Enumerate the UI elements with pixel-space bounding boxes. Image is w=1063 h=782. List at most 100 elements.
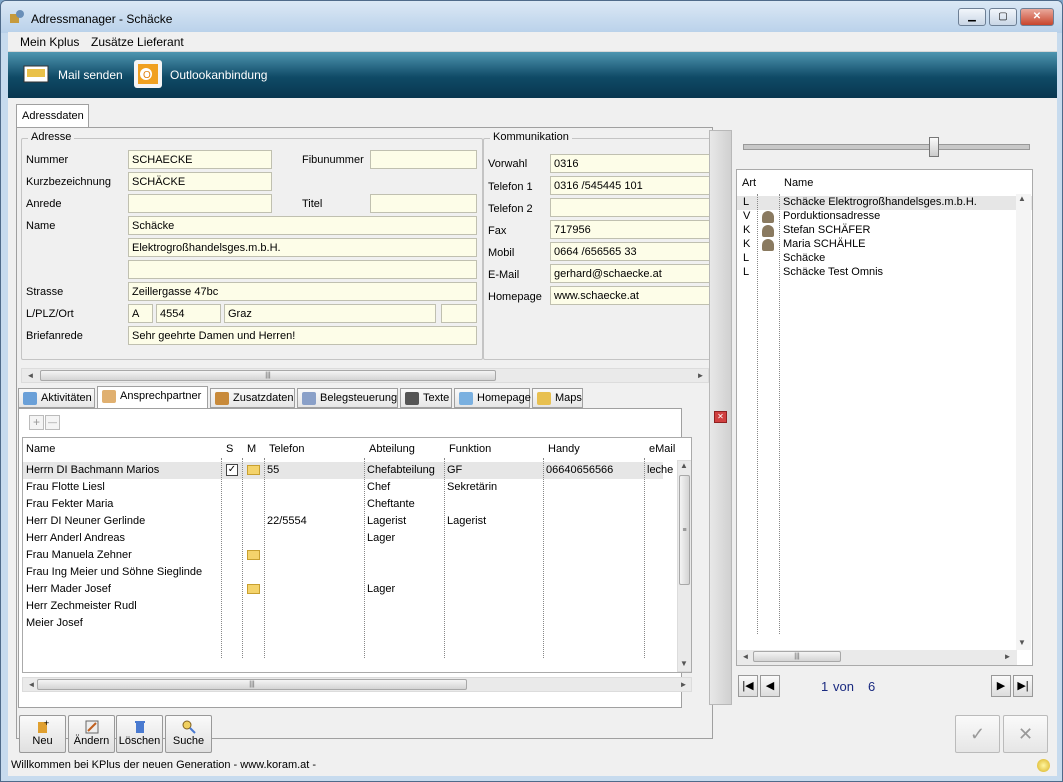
contact-cell-tel[interactable] [264,496,363,513]
contact-cell-fkt[interactable] [444,598,542,615]
contact-cell-fkt[interactable]: Sekretärin [444,479,542,496]
first-record-button[interactable]: |◀ [738,675,758,697]
scroll-up-icon[interactable]: ▲ [1018,194,1026,203]
address-name[interactable]: Porduktionsadresse [783,210,880,224]
contact-cell-tel[interactable] [264,615,363,632]
contact-cell-name[interactable]: Frau Ing Meier und Söhne Sieglinde [23,564,220,581]
contact-cell-tel[interactable] [264,530,363,547]
maximize-button[interactable]: ▢ [989,8,1017,26]
contact-cell-fkt[interactable] [444,547,542,564]
col-name-header[interactable]: Name [23,438,55,458]
contact-cell-email[interactable] [644,496,678,513]
subtab-zusatzdaten[interactable]: Zusatzdaten [210,388,295,408]
homepage-field[interactable]: www.schaecke.at [550,286,712,305]
col-abteilung-header[interactable]: Abteilung [366,438,415,458]
envelope-icon[interactable] [247,584,260,594]
contact-cell-abt[interactable] [364,598,443,615]
zoom-slider-track[interactable] [743,144,1030,150]
form-hscroll-thumb[interactable]: ||| [40,370,496,381]
strasse-field[interactable]: Zeillergasse 47bc [128,282,477,301]
land-field[interactable]: A [128,304,153,323]
address-name[interactable]: Maria SCHÄHLE [783,238,866,252]
search-button[interactable]: Suche [165,715,212,753]
contact-cell-name[interactable]: Meier Josef [23,615,220,632]
contact-cell-tel[interactable]: 22/5554 [264,513,363,530]
menu-zusaetze-lieferant[interactable]: Zusätze Lieferant [91,35,184,49]
contact-cell-email[interactable] [644,547,678,564]
scroll-right-icon[interactable]: ► [677,679,690,691]
contact-cell-name[interactable]: Herr Mader Josef [23,581,220,598]
contact-cell-name[interactable]: Herrn DI Bachmann Marios [23,462,220,479]
address-name[interactable]: Schäcke Test Omnis [783,266,883,280]
mobil-field[interactable]: 0664 /656565 33 [550,242,712,261]
col-m-header[interactable]: M [244,438,256,458]
contact-cell-email[interactable]: leche [644,462,678,479]
contact-cell-handy[interactable] [543,496,643,513]
address-hscroll-thumb[interactable]: ||| [753,651,841,662]
contact-cell-handy[interactable] [543,598,643,615]
contact-cell-abt[interactable]: Lager [364,581,443,598]
address-name[interactable]: Schäcke Elektrogroßhandelsges.m.b.H. [783,196,977,210]
name2-field[interactable]: Elektrogroßhandelsges.m.b.H. [128,238,477,257]
menu-mein-kplus[interactable]: Mein Kplus [20,35,79,49]
address-name[interactable]: Schäcke [783,252,825,266]
col-name-header[interactable]: Name [781,172,813,192]
subtab-aktivitaeten[interactable]: Aktivitäten [18,388,95,408]
address-art[interactable]: L [743,196,749,210]
address-art[interactable]: L [743,266,749,280]
anrede-field[interactable] [128,194,272,213]
add-contact-button[interactable]: + [29,415,44,430]
splitter[interactable]: ✕ [709,130,732,705]
contact-cell-tel[interactable] [264,581,363,598]
prev-record-button[interactable]: ◀ [760,675,780,697]
kurzbezeichnung-field[interactable]: SCHÄCKE [128,172,272,191]
name1-field[interactable]: Schäcke [128,216,477,235]
subtab-homepage[interactable]: Homepage [454,388,531,408]
delete-button[interactable]: Löschen [116,715,163,753]
address-name[interactable]: Stefan SCHÄFER [783,224,870,238]
contact-cell-name[interactable]: Frau Manuela Zehner [23,547,220,564]
contact-cell-email[interactable] [644,530,678,547]
contacts-vscroll[interactable]: ▲ ≡ ▼ [677,460,691,672]
contact-cell-name[interactable]: Herr Zechmeister Rudl [23,598,220,615]
ort-field[interactable]: Graz [224,304,436,323]
contact-cell-fkt[interactable]: Lagerist [444,513,542,530]
col-email-header[interactable]: eMail [646,438,675,458]
contact-cell-fkt[interactable] [444,530,542,547]
contact-cell-name[interactable]: Frau Fekter Maria [23,496,220,513]
address-art[interactable]: K [743,238,750,252]
contact-cell-handy[interactable] [543,479,643,496]
vorwahl-field[interactable]: 0316 [550,154,712,173]
contact-cell-email[interactable] [644,479,678,496]
contact-cell-tel[interactable] [264,564,363,581]
envelope-icon[interactable] [247,465,260,475]
contact-cell-abt[interactable] [364,547,443,564]
contact-cell-email[interactable] [644,615,678,632]
outlook-button[interactable]: O Outlookanbindung [134,60,284,90]
form-hscroll[interactable]: ◄ ||| ► [21,368,709,383]
contact-cell-tel[interactable] [264,598,363,615]
mail-send-button[interactable]: Mail senden [22,60,132,90]
envelope-icon[interactable] [247,550,260,560]
contact-cell-abt[interactable]: Lagerist [364,513,443,530]
remove-contact-button[interactable]: — [45,415,60,430]
email-field[interactable]: gerhard@schaecke.at [550,264,712,283]
contact-cell-handy[interactable] [543,530,643,547]
col-art-header[interactable]: Art [739,172,756,192]
name3-field[interactable] [128,260,477,279]
fax-field[interactable]: 717956 [550,220,712,239]
contacts-hscroll-thumb[interactable]: ||| [37,679,467,690]
titel-field[interactable] [370,194,477,213]
col-telefon-header[interactable]: Telefon [266,438,304,458]
close-button[interactable]: ✕ [1020,8,1054,26]
contact-cell-handy[interactable] [543,581,643,598]
contact-cell-abt[interactable]: Chefabteilung [364,462,443,479]
ort-extra-field[interactable] [441,304,477,323]
subtab-texte[interactable]: Texte [400,388,452,408]
contact-cell-fkt[interactable]: GF [444,462,542,479]
contact-cell-name[interactable]: Herr Anderl Andreas [23,530,220,547]
scroll-left-icon[interactable]: ◄ [24,370,37,382]
contact-cell-name[interactable]: Herr DI Neuner Gerlinde [23,513,220,530]
scroll-down-icon[interactable]: ▼ [680,659,688,668]
edit-button[interactable]: Ändern [68,715,115,753]
